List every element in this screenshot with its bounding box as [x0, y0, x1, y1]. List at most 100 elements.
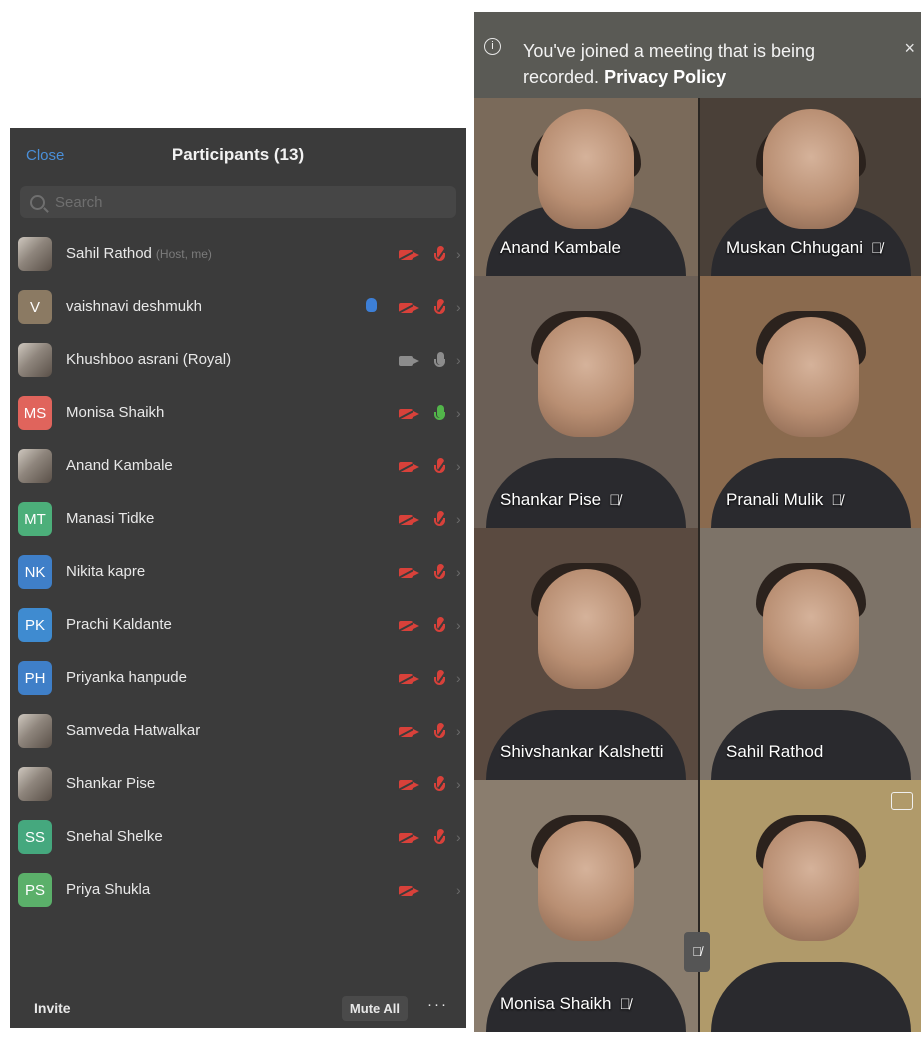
- participant-row[interactable]: NK Nikita kapre ›: [10, 546, 466, 599]
- participant-row[interactable]: MS Monisa Shaikh ›: [10, 387, 466, 440]
- participant-name: Prachi Kaldante: [66, 616, 172, 633]
- chevron-right-icon[interactable]: ›: [456, 723, 461, 739]
- participant-name-text: Samveda Hatwalkar: [66, 722, 201, 739]
- search-input[interactable]: Search: [20, 186, 456, 218]
- participant-name-text: Sahil Rathod: [66, 245, 152, 262]
- chevron-right-icon[interactable]: ›: [456, 299, 461, 315]
- video-off-icon[interactable]: [399, 780, 419, 790]
- chevron-right-icon[interactable]: ›: [456, 511, 461, 527]
- chevron-right-icon[interactable]: ›: [456, 352, 461, 368]
- video-off-icon[interactable]: [399, 515, 419, 525]
- avatar: [18, 767, 52, 801]
- mic-muted-icon[interactable]: [434, 458, 445, 473]
- participant-body: [710, 962, 911, 1032]
- participant-row[interactable]: Sahil Rathod (Host, me) ›: [10, 228, 466, 281]
- participant-row[interactable]: Anand Kambale ›: [10, 440, 466, 493]
- mute-all-button[interactable]: Mute All: [341, 996, 408, 1021]
- mic-muted-icon[interactable]: [434, 670, 445, 685]
- host-tag: (Host, me): [155, 247, 212, 261]
- mic-muted-icon: 🎙̸: [609, 492, 621, 509]
- video-tile[interactable]: Shankar Pise 🎙̸: [474, 276, 698, 528]
- avatar: [18, 449, 52, 483]
- participant-row[interactable]: PS Priya Shukla ›: [10, 864, 466, 917]
- participant-row[interactable]: Shankar Pise ›: [10, 758, 466, 811]
- video-off-icon[interactable]: [399, 674, 419, 684]
- video-tile-name-text: Shivshankar Kalshetti: [500, 742, 664, 761]
- participant-row[interactable]: Vvaishnavi deshmukh ›: [10, 281, 466, 334]
- participant-name: Nikita kapre: [66, 563, 145, 580]
- participant-name-text: Anand Kambale: [66, 457, 173, 474]
- participant-name-text: Priyanka hanpude: [66, 669, 187, 686]
- mic-muted-icon[interactable]: [434, 511, 445, 526]
- mic-muted-icon[interactable]: [434, 617, 445, 632]
- video-off-icon[interactable]: [399, 568, 419, 578]
- video-off-icon[interactable]: [399, 727, 419, 737]
- mic-muted-icon[interactable]: [434, 776, 445, 791]
- info-icon: i: [484, 38, 501, 55]
- chevron-right-icon[interactable]: ›: [456, 670, 461, 686]
- video-tile[interactable]: [700, 780, 921, 1032]
- video-tile[interactable]: Shivshankar Kalshetti: [474, 528, 698, 780]
- video-off-icon[interactable]: [399, 886, 419, 896]
- participant-name: Shankar Pise: [66, 775, 155, 792]
- chevron-right-icon[interactable]: ›: [456, 458, 461, 474]
- participant-name: Samveda Hatwalkar: [66, 722, 200, 739]
- mic-muted-icon[interactable]: [434, 723, 445, 738]
- privacy-policy-link[interactable]: Privacy Policy: [604, 67, 726, 87]
- mic-muted-icon[interactable]: [434, 246, 445, 261]
- video-tile-name-text: Shankar Pise: [500, 490, 602, 509]
- banner-close-icon[interactable]: ×: [904, 38, 915, 59]
- video-tile-name: Pranali Mulik 🎙̸: [726, 490, 843, 510]
- video-off-icon[interactable]: [399, 250, 419, 260]
- participant-name-text: vaishnavi deshmukh: [66, 298, 202, 315]
- participant-name-text: Khushboo asrani (Royal): [66, 351, 232, 368]
- video-tile-name: Shankar Pise 🎙̸: [500, 490, 620, 510]
- participant-row[interactable]: Samveda Hatwalkar ›: [10, 705, 466, 758]
- search-icon: [30, 194, 45, 210]
- chevron-right-icon[interactable]: ›: [456, 564, 461, 580]
- video-tile-name-text: Sahil Rathod: [726, 742, 824, 761]
- chevron-right-icon[interactable]: ›: [456, 829, 461, 845]
- video-tile-name-text: Anand Kambale: [500, 238, 621, 257]
- participant-row[interactable]: PK Prachi Kaldante ›: [10, 599, 466, 652]
- video-tile[interactable]: Sahil Rathod: [700, 528, 921, 780]
- chevron-right-icon[interactable]: ›: [456, 246, 461, 262]
- mic-muted-icon[interactable]: [434, 564, 445, 579]
- video-off-icon[interactable]: [399, 462, 419, 472]
- video-off-icon[interactable]: [399, 621, 419, 631]
- participant-row[interactable]: PH Priyanka hanpude ›: [10, 652, 466, 705]
- participant-name: Priyanka hanpude: [66, 669, 187, 686]
- invite-button[interactable]: Invite: [34, 1000, 71, 1016]
- video-off-icon[interactable]: [399, 303, 419, 313]
- video-tile-name: Monisa Shaikh 🎙̸: [500, 994, 631, 1014]
- avatar: V: [18, 290, 52, 324]
- mic-icon[interactable]: [434, 405, 445, 420]
- video-tile[interactable]: Anand Kambale: [474, 98, 698, 276]
- avatar: MS: [18, 396, 52, 430]
- mic-muted-icon[interactable]: [434, 299, 445, 314]
- switch-camera-icon[interactable]: [891, 792, 913, 810]
- mic-icon[interactable]: [434, 352, 445, 367]
- chevron-right-icon[interactable]: ›: [456, 405, 461, 421]
- video-tile[interactable]: Muskan Chhugani 🎙̸: [700, 98, 921, 276]
- video-tile[interactable]: Monisa Shaikh 🎙̸: [474, 780, 698, 1032]
- participant-name-text: Nikita kapre: [66, 563, 146, 580]
- chevron-right-icon[interactable]: ›: [456, 882, 461, 898]
- chevron-right-icon[interactable]: ›: [456, 617, 461, 633]
- video-off-icon[interactable]: [399, 409, 419, 419]
- participant-row[interactable]: MT Manasi Tidke ›: [10, 493, 466, 546]
- participant-row[interactable]: SS Snehal Shelke ›: [10, 811, 466, 864]
- video-off-icon[interactable]: [399, 833, 419, 843]
- more-options-button[interactable]: ···: [427, 996, 448, 1013]
- participant-name: vaishnavi deshmukh: [66, 298, 202, 315]
- participant-row[interactable]: Khushboo asrani (Royal) ›: [10, 334, 466, 387]
- video-on-icon[interactable]: [399, 356, 419, 366]
- participant-face: [762, 820, 859, 941]
- mic-muted-icon[interactable]: [434, 829, 445, 844]
- participant-face: [762, 316, 859, 437]
- chevron-right-icon[interactable]: ›: [456, 776, 461, 792]
- participant-face: [538, 316, 634, 437]
- avatar: MT: [18, 502, 52, 536]
- video-tile-name-text: Pranali Mulik: [726, 490, 824, 509]
- video-tile[interactable]: Pranali Mulik 🎙̸: [700, 276, 921, 528]
